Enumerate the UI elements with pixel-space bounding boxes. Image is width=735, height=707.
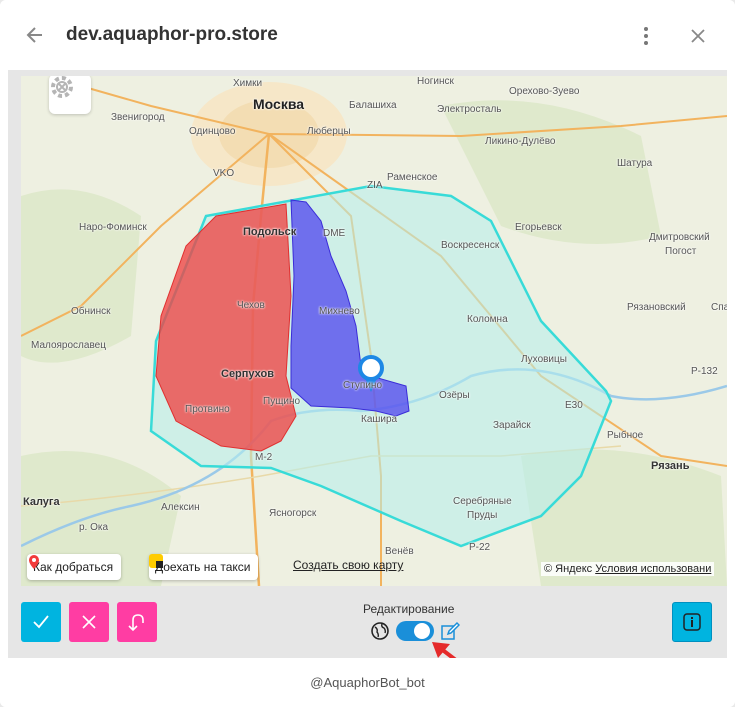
map-label: Егорьевск [515,222,562,233]
map-label: Пруды [467,510,498,521]
map-label: Коломна [467,314,508,325]
create-map-link[interactable]: Создать свою карту [293,558,403,572]
map-label: Р-132 [691,366,718,377]
close-icon [82,615,96,629]
taxi-icon [149,554,163,568]
map-label: Малоярославец [31,340,106,351]
map-label: Р-22 [469,542,491,553]
map-label: Венёв [385,546,414,557]
back-button[interactable] [22,22,48,48]
map-marker-icon [29,555,39,569]
map-label: VKO [213,168,235,179]
map-label: Кашира [361,414,398,425]
map-canvas [21,76,727,586]
map-label: Озёры [439,390,470,401]
map-label: ZIA [367,180,383,191]
confirm-button[interactable] [21,602,61,642]
map-label: Звенигород [111,112,165,123]
check-icon [33,615,49,629]
undo-icon [128,614,144,632]
map-label: Дмитровский [649,232,710,243]
map-label: Ликино-Дулёво [485,136,556,147]
map-label: Москва [253,96,305,112]
map-label: р. Ока [79,522,109,533]
map-label: Погост [665,246,697,257]
globe-icon [371,622,389,640]
map-label: Михнево [319,306,360,317]
gear-icon [51,76,73,98]
map-label: Протвино [185,404,230,415]
info-button[interactable] [672,602,712,642]
info-icon [683,613,701,631]
bottom-toolbar: Редактирование [8,590,727,682]
close-icon [691,29,705,43]
taxi-button-label: Доехать на такси [155,560,251,574]
undo-button[interactable] [117,602,157,642]
map-label: М-2 [255,452,273,463]
map-label: Балашиха [349,100,397,111]
map-label: Наро-Фоминск [79,222,147,233]
map-label: E30 [565,400,583,411]
terms-link[interactable]: Условия использовани [595,563,711,575]
map-label: Рыбное [607,430,644,441]
map-label: DME [323,228,346,239]
map-label: Раменское [387,172,438,183]
more-vertical-icon [644,27,648,45]
map-label: Спа [711,302,727,313]
map-copyright: © Яндекс Условия использовани [541,562,715,576]
edit-mode-label: Редактирование [363,602,455,616]
map-label: Чехов [237,300,265,311]
map-label: Люберцы [307,126,351,137]
map-label: Ясногорск [269,508,317,519]
footer-bot-name: @AquaphorBot_bot [0,658,735,707]
map-label: Обнинск [71,306,111,317]
title-bar: dev.aquaphor-pro.store [0,0,735,70]
map-label: Калуга [23,496,60,508]
map-label: Рязановский [627,302,686,313]
map-label: Шатура [617,158,653,169]
map-label: Зарайск [493,420,531,431]
map-label: Луховицы [521,354,567,365]
map-label: Воскресенск [441,240,500,251]
map-label: Электросталь [437,104,502,115]
taxi-button[interactable]: Доехать на такси [149,554,259,580]
close-button[interactable] [686,24,710,48]
copyright-text: © Яндекс [544,563,593,575]
cancel-button[interactable] [69,602,109,642]
map-label: Пущино [263,396,301,407]
map-label: Ступино [343,380,382,391]
map-label: Химки [233,78,263,89]
map-label: Ногинск [417,76,454,87]
map-label: Одинцово [189,126,236,137]
content-area: Москва Химки Балашиха Ногинск Орехово-Зу… [8,70,727,682]
map-label: Подольск [243,226,297,238]
map-settings-button[interactable] [49,76,91,114]
map-label: Серебряные [453,496,512,507]
app-window: dev.aquaphor-pro.store Москва Химки Бала… [0,0,735,707]
arrow-left-icon [26,27,42,43]
page-title: dev.aquaphor-pro.store [66,24,278,45]
route-button-label: Как добраться [33,560,114,574]
map-label: Алексин [161,502,200,513]
map-label: Рязань [651,460,690,472]
route-button[interactable]: Как добраться [27,554,122,580]
map-view[interactable]: Москва Химки Балашиха Ногинск Орехово-Зу… [21,76,727,586]
more-menu-button[interactable] [636,22,656,50]
map-label: Серпухов [221,368,275,380]
map-label: Орехово-Зуево [509,86,580,97]
